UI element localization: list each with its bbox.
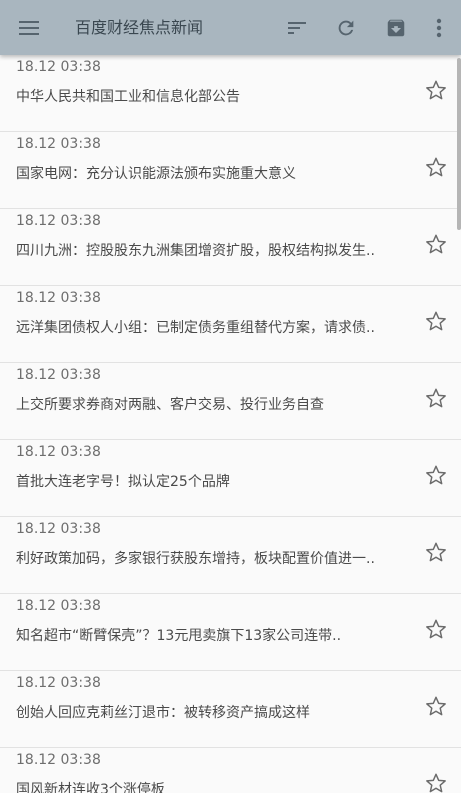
news-item[interactable]: 18.12 03:38 远洋集团债权人小组：已制定债务重组替代方案，请求债.. [0, 286, 461, 363]
top-app-bar: 百度财经焦点新闻 [0, 0, 461, 55]
page-title: 百度财经焦点新闻 [75, 18, 204, 37]
refresh-icon [338, 20, 354, 35]
star-outline-icon[interactable] [425, 695, 447, 717]
star-outline-icon[interactable] [425, 464, 447, 486]
star-outline-icon[interactable] [425, 233, 447, 255]
star-outline-icon[interactable] [425, 541, 447, 563]
more-vert-icon [436, 18, 442, 37]
news-list[interactable]: 18.12 03:38 中华人民共和国工业和信息化部公告 18.12 03:38… [0, 55, 461, 793]
star-outline-icon[interactable] [425, 387, 447, 409]
news-headline: 四川九洲：控股股东九洲集团增资扩股，股权结构拟发生.. [16, 243, 375, 259]
news-item[interactable]: 18.12 03:38 四川九洲：控股股东九洲集团增资扩股，股权结构拟发生.. [0, 209, 461, 286]
news-item[interactable]: 18.12 03:38 创始人回应克莉丝汀退市：被转移资产搞成这样 [0, 671, 461, 748]
star-outline-icon[interactable] [425, 618, 447, 640]
news-time: 18.12 03:38 [16, 290, 101, 306]
news-time: 18.12 03:38 [16, 752, 101, 768]
news-item[interactable]: 18.12 03:38 知名超市“断臂保壳”？13元甩卖旗下13家公司连带.. [0, 594, 461, 671]
star-outline-icon[interactable] [425, 79, 447, 101]
app-window: 百度财经焦点新闻 18.12 03:38 中华人民共和国工业和信息化部公告 18… [0, 0, 461, 793]
news-headline: 上交所要求券商对两融、客户交易、投行业务自查 [16, 397, 324, 413]
news-headline: 知名超市“断臂保壳”？13元甩卖旗下13家公司连带.. [16, 628, 342, 644]
scrollbar-thumb[interactable] [457, 58, 461, 230]
news-time: 18.12 03:38 [16, 213, 101, 229]
news-time: 18.12 03:38 [16, 136, 101, 152]
news-item[interactable]: 18.12 03:38 利好政策加码，多家银行获股东增持，板块配置价值进一.. [0, 517, 461, 594]
news-time: 18.12 03:38 [16, 521, 101, 537]
star-outline-icon[interactable] [425, 310, 447, 332]
star-outline-icon[interactable] [425, 772, 447, 793]
news-headline: 国风新材连收3个涨停板 [16, 782, 165, 793]
star-outline-icon[interactable] [425, 156, 447, 178]
archive-icon [387, 19, 405, 36]
more-options-button[interactable] [424, 0, 454, 55]
news-headline: 国家电网：充分认识能源法颁布实施重大意义 [16, 166, 296, 182]
sort-button[interactable] [277, 0, 317, 55]
news-item[interactable]: 18.12 03:38 上交所要求券商对两融、客户交易、投行业务自查 [0, 363, 461, 440]
news-item[interactable]: 18.12 03:38 国风新材连收3个涨停板 [0, 748, 461, 793]
menu-icon [19, 20, 39, 35]
news-time: 18.12 03:38 [16, 367, 101, 383]
news-time: 18.12 03:38 [16, 59, 101, 75]
news-time: 18.12 03:38 [16, 598, 101, 614]
news-item[interactable]: 18.12 03:38 国家电网：充分认识能源法颁布实施重大意义 [0, 132, 461, 209]
news-headline: 中华人民共和国工业和信息化部公告 [16, 89, 240, 105]
news-item[interactable]: 18.12 03:38 首批大连老字号！拟认定25个品牌 [0, 440, 461, 517]
news-headline: 创始人回应克莉丝汀退市：被转移资产搞成这样 [16, 705, 310, 721]
news-item[interactable]: 18.12 03:38 中华人民共和国工业和信息化部公告 [0, 55, 461, 132]
archive-button[interactable] [376, 0, 416, 55]
news-headline: 首批大连老字号！拟认定25个品牌 [16, 474, 230, 490]
news-headline: 远洋集团债权人小组：已制定债务重组替代方案，请求债.. [16, 320, 375, 336]
menu-button[interactable] [8, 0, 50, 55]
refresh-button[interactable] [326, 0, 366, 55]
news-time: 18.12 03:38 [16, 444, 101, 460]
sort-icon [288, 21, 306, 34]
news-time: 18.12 03:38 [16, 675, 101, 691]
news-headline: 利好政策加码，多家银行获股东增持，板块配置价值进一.. [16, 551, 375, 567]
